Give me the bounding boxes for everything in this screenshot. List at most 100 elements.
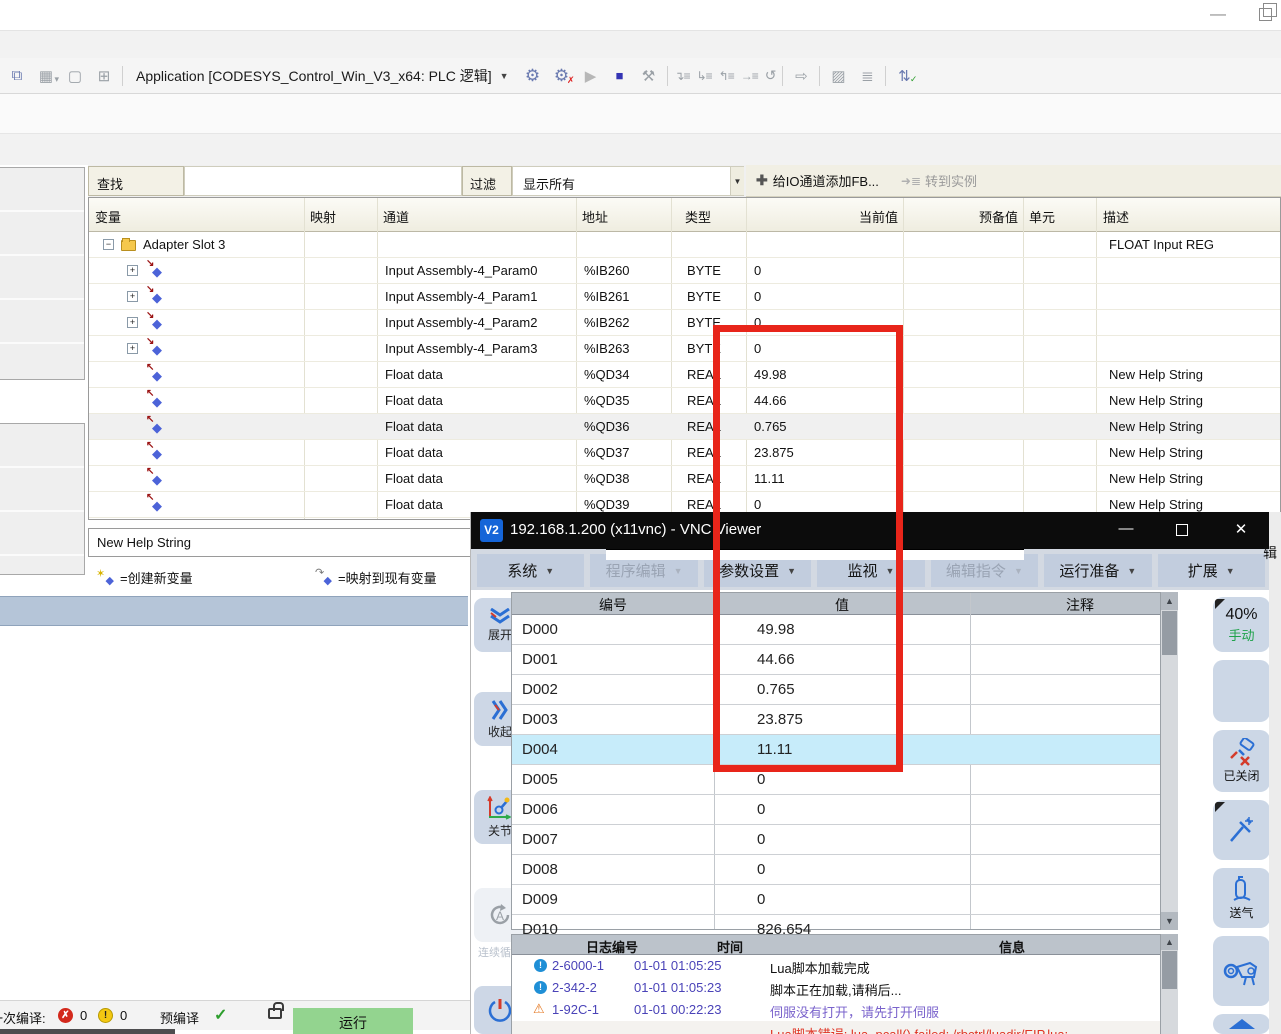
device-tree-fragment-2 — [0, 423, 85, 575]
new-doc-icon[interactable]: ▢ — [64, 67, 86, 85]
force-values-icon[interactable]: ⇅✓ — [893, 67, 915, 85]
run-status-button[interactable]: 运行 — [293, 1008, 413, 1034]
step-out-icon[interactable]: ↰≡ — [719, 69, 734, 83]
filter-combo-arrow-icon[interactable]: ▼ — [730, 167, 744, 195]
step-over-icon[interactable]: ↴≡ — [675, 69, 690, 83]
register-row[interactable]: D0080 — [512, 855, 1160, 885]
active-application-selector[interactable]: Application [CODESYS_Control_Win_V3_x64:… — [130, 64, 515, 88]
torch-closed-button[interactable]: 已关闭 — [1213, 730, 1270, 792]
map-input-variable-icon: ↘◆ — [147, 261, 165, 279]
expand-icon[interactable]: + — [127, 291, 138, 302]
tab-扩展[interactable]: 扩展▼ — [1158, 554, 1265, 587]
mapping-row[interactable]: ↖◆Float data%QD37REAL23.875New Help Stri… — [89, 440, 1280, 466]
tab-运行准备[interactable]: 运行准备▼ — [1044, 554, 1151, 587]
col-log-info: 信息 — [952, 937, 1072, 956]
log-row[interactable]: !2-342-201-01 01:05:23脚本正在加载,请稍后... — [512, 977, 1160, 999]
log-scrollbar[interactable]: ▲ — [1161, 934, 1178, 1034]
find-input[interactable] — [184, 166, 462, 196]
register-row[interactable]: D0060 — [512, 795, 1160, 825]
info-icon: ! — [534, 959, 547, 972]
compare-icon[interactable]: ⊞ — [93, 67, 115, 85]
expand-icon[interactable]: + — [127, 265, 138, 276]
minimize-button[interactable]: — — [1198, 6, 1238, 26]
collapsed-panel-bar — [0, 596, 468, 626]
mapping-row[interactable]: ↖◆Float data%QD36REAL0.765New Help Strin… — [89, 414, 1280, 440]
expand-icon[interactable]: + — [127, 317, 138, 328]
torch-icon — [1227, 815, 1257, 845]
goto-instance-button[interactable]: ➜≣ 转到实例 — [901, 171, 977, 190]
chevron-down-icon: ▼ — [1226, 566, 1235, 576]
col-mapping: 映射 — [310, 207, 336, 226]
double-chevron-right-icon — [491, 699, 509, 721]
display-mode-icon[interactable]: ≣ — [856, 67, 878, 85]
chevron-down-icon: ▼ — [545, 566, 554, 576]
map-input-variable-icon: ↘◆ — [147, 313, 165, 331]
register-row[interactable]: D0070 — [512, 825, 1160, 855]
login-icon[interactable]: ⚙ — [522, 66, 544, 86]
flow-control-icon[interactable]: ▨ — [827, 67, 849, 85]
map-output-variable-icon: ↖◆ — [147, 391, 165, 409]
mapping-row[interactable]: +↘◆Input Assembly-4_Param2%IB262BYTE0 — [89, 310, 1280, 336]
step-into-icon[interactable]: ↳≡ — [697, 69, 712, 83]
run-to-cursor-icon[interactable]: →≡ — [741, 69, 758, 83]
expand-icon[interactable]: + — [127, 343, 138, 354]
stop-icon[interactable]: ■ — [609, 68, 631, 83]
mapping-row[interactable]: ↖◆Float data%QD35REAL44.66New Help Strin… — [89, 388, 1280, 414]
blank-button[interactable] — [1213, 660, 1270, 722]
speed-mode-button[interactable]: 40% 手动 — [1213, 597, 1270, 652]
reset-icon[interactable]: ↺ — [765, 67, 776, 84]
map-output-variable-icon: ↖◆ — [147, 417, 165, 435]
toolbar-lower-strip — [0, 94, 1281, 134]
partial-icon — [1225, 1017, 1259, 1031]
filter-combo[interactable]: 显示所有 — [512, 166, 744, 196]
vnc-close-button[interactable]: ✕ — [1226, 520, 1256, 538]
toolbar-separator — [667, 66, 668, 86]
compile-label: 一次编译: — [0, 1008, 46, 1027]
mapping-row[interactable]: +↘◆Input Assembly-4_Param3%IB263BYTE0 — [89, 336, 1280, 362]
log-row[interactable]: ⚠1-92C-101-01 00:22:23伺服没有打开，请先打开伺服 — [512, 999, 1160, 1021]
log-scroll-up-icon[interactable]: ▲ — [1161, 934, 1178, 950]
tab-系统[interactable]: 系统▼ — [477, 554, 584, 587]
hand-robot-icon — [1222, 953, 1262, 989]
mapping-row[interactable]: ↖◆Float data%QD38REAL11.11New Help Strin… — [89, 466, 1280, 492]
mapping-row[interactable]: +↘◆Input Assembly-4_Param0%IB260BYTE0 — [89, 258, 1280, 284]
vnc-maximize-button[interactable] — [1176, 524, 1188, 536]
restore-button[interactable] — [1259, 8, 1272, 21]
scrollbar-thumb[interactable] — [1162, 611, 1177, 655]
partial-button[interactable] — [1213, 1014, 1270, 1034]
mapping-row[interactable]: +↘◆Input Assembly-4_Param1%IB261BYTE0 — [89, 284, 1280, 310]
register-scrollbar[interactable]: ▲ ▼ — [1161, 592, 1178, 930]
edge-text: 辑 — [1263, 543, 1277, 563]
add-fb-button[interactable]: ✚ 给IO通道添加FB... — [756, 171, 879, 190]
paste-icon[interactable]: ⧉ — [6, 67, 28, 84]
legend-map-label: =映射到现有变量 — [338, 568, 437, 587]
hand-guide-button[interactable] — [1213, 936, 1270, 1006]
start-icon[interactable]: ▶ — [580, 67, 602, 85]
log-row[interactable]: !2-6000-101-01 01:05:25Lua脚本加载完成 — [512, 955, 1160, 977]
mapping-row[interactable]: −Adapter Slot 3FLOAT Input REG — [89, 232, 1280, 258]
logout-icon[interactable]: ⚙✗ — [551, 66, 573, 86]
register-row[interactable]: D0090 — [512, 885, 1160, 915]
wrench-icon[interactable]: ⚒ — [638, 67, 660, 85]
map-input-variable-icon: ↘◆ — [147, 339, 165, 357]
vnc-minimize-button[interactable]: — — [1111, 520, 1141, 537]
torch-button[interactable] — [1213, 800, 1270, 860]
collapse-expander-icon[interactable]: − — [103, 239, 114, 250]
col-register-id: 编号 — [563, 595, 663, 615]
gas-button[interactable]: 送气 — [1213, 868, 1270, 928]
warning-icon: ⚠ — [533, 1001, 545, 1017]
scroll-up-icon[interactable]: ▲ — [1161, 592, 1178, 610]
mapping-legend: ✶◆ =创建新变量 ↷◆ =映射到现有变量 — [88, 566, 468, 590]
mapping-row[interactable]: ↖◆Float data%QD34REAL49.98New Help Strin… — [89, 362, 1280, 388]
gas-label: 送气 — [1229, 904, 1253, 921]
library-icon[interactable]: ▦▾ — [35, 67, 57, 85]
log-scrollbar-thumb[interactable] — [1162, 951, 1177, 989]
next-statement-icon[interactable]: ⇨ — [790, 67, 812, 85]
log-row[interactable]: Lua脚本错误: lua_pcall() failed: /rbctrl/lua… — [512, 1021, 1160, 1034]
lock-icon[interactable] — [268, 1008, 282, 1019]
warning-count: 0 — [120, 1008, 127, 1023]
vnc-logo: V2 — [480, 519, 503, 542]
scroll-down-icon[interactable]: ▼ — [1161, 912, 1178, 930]
error-count-icon: ✗ — [58, 1008, 73, 1023]
col-variable: 变量 — [95, 207, 121, 226]
